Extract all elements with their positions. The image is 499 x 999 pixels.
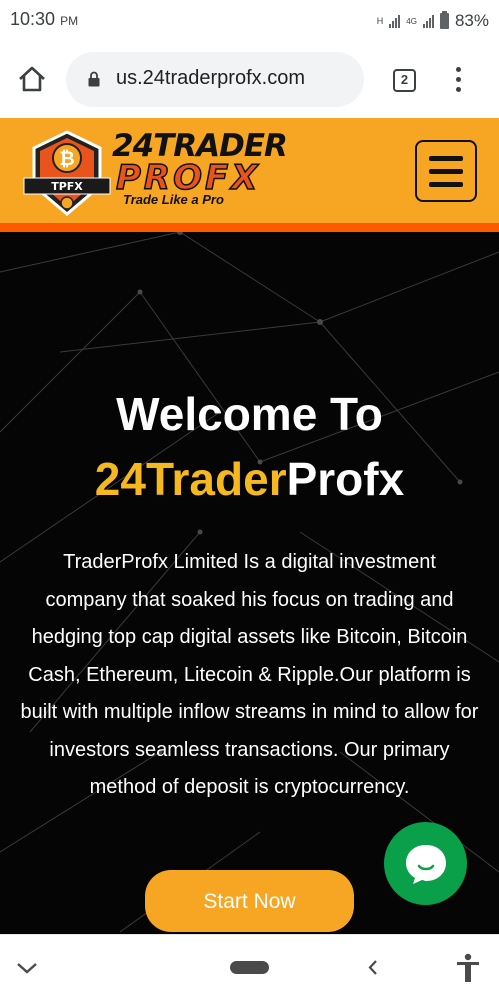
status-time-value: 10:30 — [10, 9, 56, 29]
network-type-h: H — [376, 16, 384, 26]
accessibility-icon[interactable] — [455, 953, 481, 983]
svg-text:₿: ₿ — [59, 148, 74, 170]
home-icon[interactable] — [17, 64, 47, 94]
status-indicators: H 4G 83% — [377, 11, 489, 31]
battery-icon — [439, 11, 449, 29]
start-now-button[interactable]: Start Now — [145, 870, 354, 932]
network-type-4g: 4G — [406, 16, 417, 26]
signal-icon — [389, 14, 401, 28]
hero-brand-part2: Profx — [286, 453, 405, 505]
tabs-button[interactable]: 2 — [393, 69, 416, 92]
back-icon[interactable] — [367, 959, 379, 976]
status-bar: 10:30 PM H 4G 83% — [0, 0, 499, 42]
lock-icon — [88, 71, 100, 87]
more-vert-icon[interactable] — [454, 67, 462, 95]
status-time: 10:30 PM — [10, 9, 78, 30]
hero-title: Welcome To — [116, 388, 383, 440]
chevron-down-icon[interactable] — [16, 961, 38, 975]
battery-percent: 83% — [454, 11, 489, 30]
header-stripe — [0, 223, 499, 232]
site-header: ₿ TPFX 24TRADER PROFX Trade Like a Pro — [0, 118, 499, 223]
address-bar[interactable]: us.24traderprofx.com — [66, 52, 364, 107]
hamburger-menu-icon[interactable] — [415, 140, 477, 202]
system-nav-bar — [0, 934, 499, 999]
hero-description: TraderProfx Limited Is a digital investm… — [20, 551, 479, 798]
chat-bubble-icon — [406, 845, 446, 884]
status-time-ampm: PM — [60, 14, 79, 28]
bitcoin-badge-icon[interactable]: ₿ TPFX — [22, 128, 112, 218]
chat-button[interactable] — [384, 822, 467, 905]
logo-tagline: Trade Like a Pro — [123, 192, 224, 207]
home-pill-icon[interactable] — [230, 961, 269, 974]
url-text: us.24traderprofx.com — [116, 67, 305, 89]
logo-badge-text: TPFX — [51, 180, 83, 193]
hero-brand: 24TraderProfx — [0, 452, 499, 506]
browser-toolbar: us.24traderprofx.com 2 — [0, 42, 499, 118]
signal-icon-2 — [422, 14, 434, 28]
hero-brand-part1: 24Trader — [94, 453, 287, 505]
